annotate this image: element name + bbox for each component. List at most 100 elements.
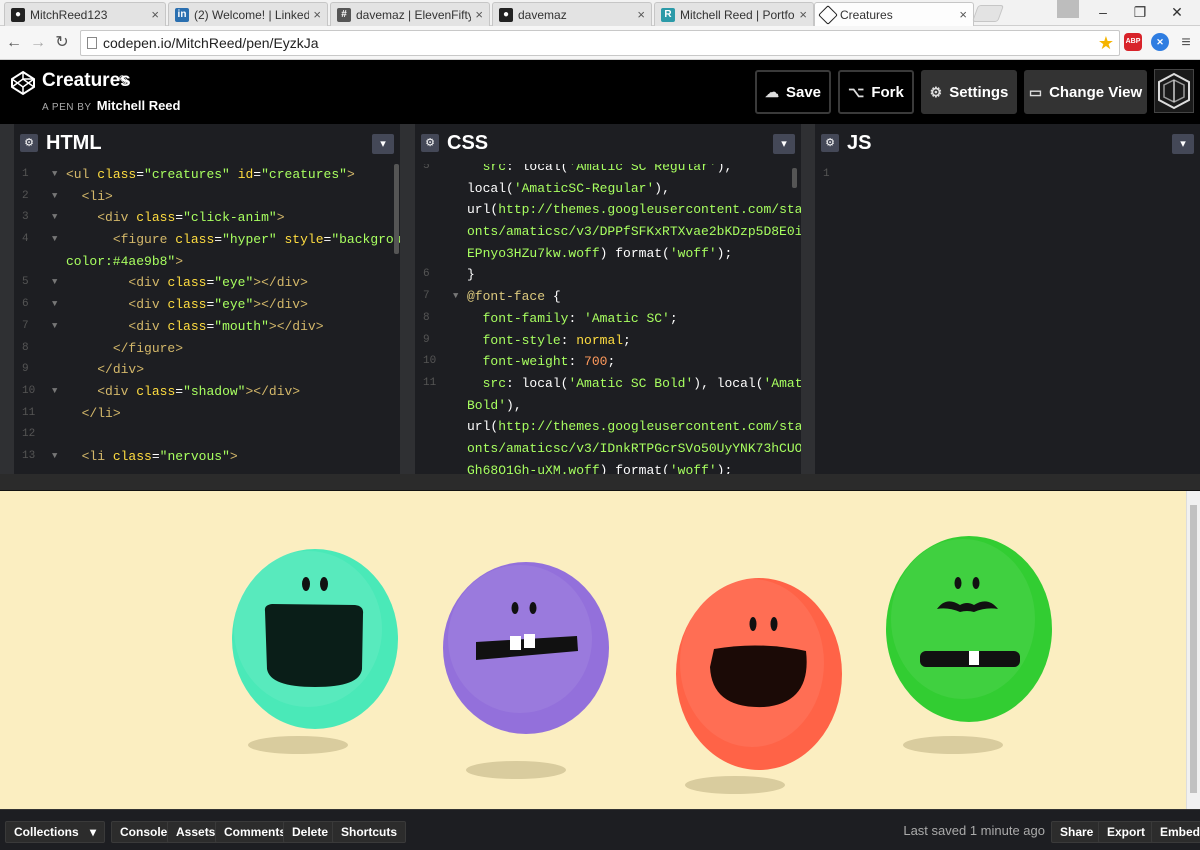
code-line[interactable]: 1 ▼ <ul class="creatures" id="creatures"> (14, 164, 400, 186)
code-line[interactable]: 4 ▼ <figure class="hyper" style="backgrou… (14, 229, 400, 251)
code-line[interactable]: 9 font-style: normal; (415, 330, 801, 352)
gear-icon[interactable]: ⚙ (421, 134, 439, 152)
code-line[interactable]: onts/amaticsc/v3/DPPfSFKxRTXvae2bKDzp5D8… (415, 221, 801, 243)
fold-arrow-icon[interactable]: ▼ (52, 294, 57, 316)
chevron-down-icon[interactable]: ▾ (372, 134, 394, 154)
browser-tab[interactable]: # davemaz | ElevenFiftySum × (330, 2, 490, 26)
code-line[interactable]: 1 (815, 164, 1200, 186)
scrollbar[interactable] (792, 168, 797, 188)
collections-button[interactable]: Collections ▾ (5, 821, 105, 843)
code-line[interactable]: 13 ▼ <li class="nervous"> (14, 446, 400, 468)
creature-scared[interactable] (676, 578, 842, 794)
delete-button[interactable]: Delete (283, 821, 338, 843)
gear-icon[interactable]: ⚙ (821, 134, 839, 152)
reload-icon[interactable]: ↻ (52, 33, 72, 53)
address-bar[interactable]: codepen.io/MitchReed/pen/EyzkJa (80, 30, 1120, 56)
creature-nervous[interactable] (443, 562, 609, 779)
close-tab-icon[interactable]: × (799, 7, 807, 22)
share-button[interactable]: Share (1051, 821, 1103, 843)
save-button[interactable]: ☁ Save (755, 70, 831, 114)
code-line[interactable]: 8 font-family: 'Amatic SC'; (415, 308, 801, 330)
export-label: Export (1107, 825, 1146, 839)
forward-icon[interactable]: → (28, 33, 48, 53)
bookmark-star-icon[interactable]: ★ (1096, 33, 1116, 53)
code-line[interactable]: url(http://themes.googleusercontent.com/… (415, 199, 801, 221)
close-tab-icon[interactable]: × (151, 7, 159, 22)
code-line[interactable]: 5 ▼ <div class="eye"></div> (14, 272, 400, 294)
close-tab-icon[interactable]: × (475, 7, 483, 22)
code-line[interactable]: onts/amaticsc/v3/IDnkRTPGcrSVo50UyYNK73h… (415, 438, 801, 460)
browser-tab[interactable]: ● davemaz × (492, 2, 652, 26)
minimize-icon[interactable]: – (1090, 3, 1116, 21)
fold-arrow-icon[interactable]: ▼ (52, 164, 57, 186)
fork-button[interactable]: ⌥ Fork (838, 70, 914, 114)
code-line[interactable]: color:#4ae9b8"> (14, 251, 400, 273)
fold-arrow-icon[interactable]: ▼ (52, 186, 57, 208)
browser-tab-active[interactable]: Creatures × (814, 2, 974, 26)
css-code-area[interactable]: 5 src: local('Amatic SC Regular'), local(… (415, 164, 801, 474)
code-text: <div class="mouth"></div> (128, 318, 324, 334)
js-code-area[interactable]: 1 (815, 164, 1200, 474)
embed-button[interactable]: Embed (1151, 821, 1200, 843)
preview-pane[interactable] (0, 491, 1186, 809)
scrollbar-thumb[interactable] (1190, 505, 1197, 793)
fold-arrow-icon[interactable]: ▼ (52, 446, 57, 468)
code-line[interactable]: 5 src: local('Amatic SC Regular'), (415, 164, 801, 178)
html-code-area[interactable]: 1 ▼ <ul class="creatures" id="creatures"> 2… (14, 164, 400, 474)
browser-tab[interactable]: R Mitchell Reed | Portfolio × (654, 2, 814, 26)
code-line[interactable]: 10 font-weight: 700; (415, 351, 801, 373)
code-line[interactable]: 8 </figure> (14, 338, 400, 360)
scrollbar[interactable] (394, 164, 399, 254)
fold-arrow-icon[interactable]: ▼ (52, 381, 57, 403)
pencil-icon[interactable]: ✎ (118, 72, 131, 90)
fold-arrow-icon[interactable]: ▼ (52, 316, 57, 338)
extension-icon[interactable]: ✕ (1151, 33, 1169, 51)
browser-tab[interactable]: in (2) Welcome! | LinkedIn × (168, 2, 328, 26)
preview-resizer[interactable] (0, 474, 1200, 491)
code-line[interactable]: Gh68O1Gh-uXM.woff) format('woff'); (415, 460, 801, 474)
code-line[interactable]: Bold'), (415, 395, 801, 417)
code-line[interactable]: url(http://themes.googleusercontent.com/… (415, 416, 801, 438)
back-icon[interactable]: ← (4, 33, 24, 53)
code-line[interactable]: 11 </li> (14, 403, 400, 425)
fold-arrow-icon[interactable]: ▼ (52, 272, 57, 294)
code-line[interactable]: 7 ▼ <div class="mouth"></div> (14, 316, 400, 338)
creature-hyper[interactable] (232, 549, 398, 754)
browser-menu-icon[interactable]: ≡ (1176, 33, 1196, 53)
browser-tab[interactable]: ● MitchReed123 × (4, 2, 166, 26)
avatar[interactable] (1154, 69, 1194, 113)
code-line[interactable]: 6} (415, 264, 801, 286)
codepen-logo-icon[interactable] (10, 70, 36, 96)
gear-icon[interactable]: ⚙ (20, 134, 38, 152)
code-line[interactable]: local('AmaticSC-Regular'), (415, 178, 801, 200)
chevron-down-icon[interactable]: ▾ (1172, 134, 1194, 154)
fold-arrow-icon[interactable]: ▼ (453, 286, 458, 308)
code-line[interactable]: 3 ▼ <div class="click-anim"> (14, 207, 400, 229)
chevron-down-icon[interactable]: ▾ (773, 134, 795, 154)
code-line[interactable]: 12 (14, 424, 400, 446)
fold-arrow-icon[interactable]: ▼ (52, 229, 57, 251)
adblock-icon[interactable]: ABP (1124, 33, 1142, 51)
code-line[interactable]: 2 ▼ <li> (14, 186, 400, 208)
code-line[interactable]: 7 ▼ @font-face { (415, 286, 801, 308)
settings-button[interactable]: ⚙ Settings (921, 70, 1017, 114)
code-line[interactable]: 9 </div> (14, 359, 400, 381)
creature-mustache[interactable] (886, 536, 1052, 754)
close-tab-icon[interactable]: × (637, 7, 645, 22)
user-profile-icon[interactable] (1057, 0, 1079, 18)
change-view-button[interactable]: ▭ Change View (1024, 70, 1147, 114)
code-line[interactable]: 11 src: local('Amatic SC Bold'), local('… (415, 373, 801, 395)
code-line[interactable]: 6 ▼ <div class="eye"></div> (14, 294, 400, 316)
code-line[interactable]: EPnyo3HZu7kw.woff) format('woff'); (415, 243, 801, 265)
new-tab-button[interactable] (971, 5, 1005, 22)
fold-arrow-icon[interactable]: ▼ (52, 207, 57, 229)
export-button[interactable]: Export (1098, 821, 1155, 843)
shortcuts-button[interactable]: Shortcuts (332, 821, 407, 843)
code-line[interactable]: 10 ▼ <div class="shadow"></div> (14, 381, 400, 403)
close-tab-icon[interactable]: × (313, 7, 321, 22)
author-link[interactable]: Mitchell Reed (97, 98, 181, 113)
window-close-icon[interactable]: ✕ (1164, 3, 1190, 21)
close-tab-icon[interactable]: × (959, 7, 967, 22)
preview-scrollbar[interactable] (1186, 491, 1200, 809)
restore-icon[interactable]: ❐ (1127, 3, 1153, 21)
